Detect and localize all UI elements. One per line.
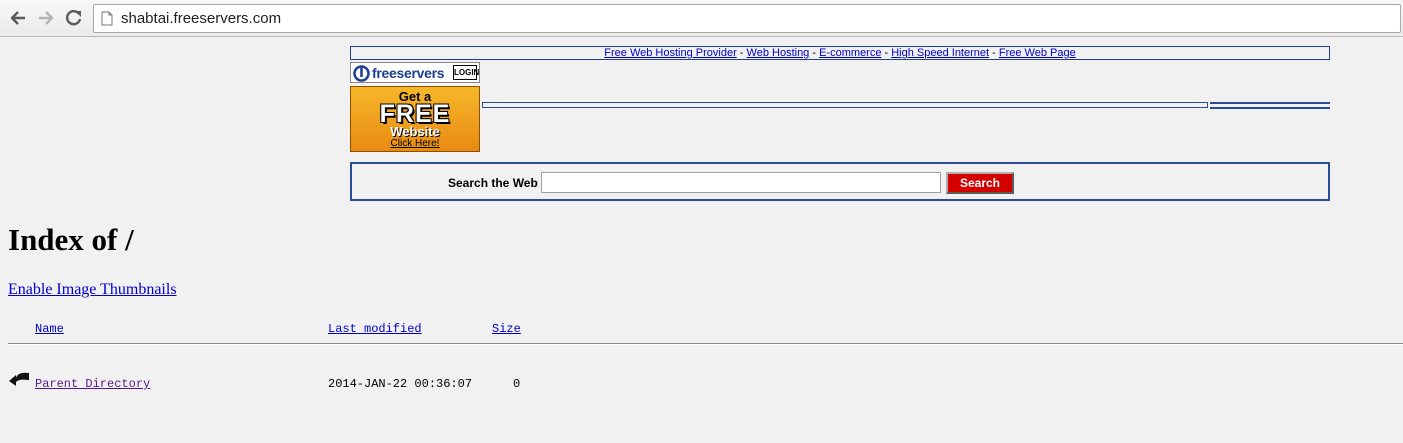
link-free-web-hosting-provider[interactable]: Free Web Hosting Provider: [604, 47, 736, 59]
link-free-web-page[interactable]: Free Web Page: [999, 47, 1076, 59]
banner-divider-right: [1210, 102, 1330, 109]
freeservers-logo-bar[interactable]: freeservers LOGIN: [350, 62, 480, 83]
link-high-speed-internet[interactable]: High Speed Internet: [891, 47, 989, 59]
browser-toolbar: shabtai.freeservers.com: [0, 0, 1403, 37]
table-divider: [8, 343, 1403, 345]
freeservers-swirl-icon: [353, 65, 370, 82]
ad-click-here-link[interactable]: Click Here!: [351, 138, 479, 149]
ad-line-website: Website: [390, 124, 440, 139]
search-input[interactable]: [541, 172, 941, 193]
column-header-size[interactable]: Size: [492, 322, 521, 336]
banner-divider: [482, 102, 1208, 108]
row-last-modified: 2014-JAN-22 00:36:07: [328, 377, 473, 391]
link-web-hosting[interactable]: Web Hosting: [747, 47, 810, 59]
link-separator: -: [736, 47, 747, 59]
search-label: Search the Web: [448, 176, 538, 190]
forward-button[interactable]: [34, 6, 58, 30]
row-size: 0: [513, 377, 521, 391]
search-button[interactable]: Search: [946, 172, 1014, 194]
page-title: Index of /: [8, 222, 134, 257]
enable-thumbnails-link[interactable]: Enable Image Thumbnails: [8, 281, 177, 299]
top-links-bar: Free Web Hosting Provider - Web Hosting …: [350, 46, 1330, 60]
login-button[interactable]: LOGIN: [453, 65, 479, 80]
reload-button[interactable]: [62, 6, 86, 30]
page-icon: [101, 11, 113, 26]
link-separator: -: [809, 47, 820, 59]
parent-directory-link[interactable]: Parent Directory: [35, 377, 150, 391]
column-header-last-modified[interactable]: Last modified: [328, 322, 422, 336]
link-separator: -: [881, 47, 892, 59]
web-search-box: Search the Web Search: [350, 162, 1330, 201]
column-header-name[interactable]: Name: [35, 322, 64, 336]
arrow-right-icon: [39, 11, 54, 25]
address-bar[interactable]: shabtai.freeservers.com: [93, 4, 1401, 33]
free-website-ad[interactable]: Get a FREE Website Click Here!: [350, 86, 480, 152]
link-e-commerce[interactable]: E-commerce: [819, 47, 881, 59]
parent-directory-back-icon: [9, 372, 29, 386]
arrow-left-icon: [10, 11, 25, 25]
url-text: shabtai.freeservers.com: [121, 10, 282, 27]
link-separator: -: [989, 47, 999, 59]
freeservers-logo-text: freeservers: [372, 65, 445, 81]
reload-icon: [65, 9, 82, 26]
back-button[interactable]: [6, 6, 30, 30]
